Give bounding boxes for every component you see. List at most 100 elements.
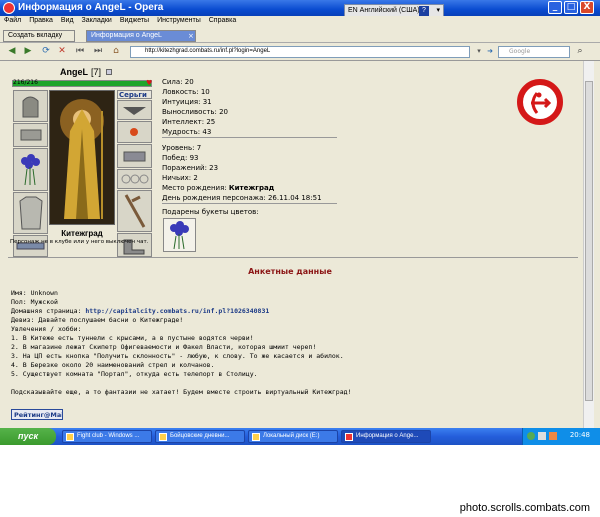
taskbar-item-active[interactable]: Информация о Ange...	[341, 430, 431, 443]
new-tab-button[interactable]: Создать вкладку	[3, 30, 75, 42]
chevron-down-icon[interactable]: ▾	[436, 6, 440, 14]
shield-slot[interactable]	[117, 190, 152, 232]
record-losses: Поражений: 23	[162, 164, 219, 172]
armor-slot[interactable]	[13, 192, 48, 234]
divider	[162, 137, 337, 138]
search-icon[interactable]: ⌕	[574, 46, 586, 57]
hobby-item: 2. В магазине лежат Скипетр Офигеваемост…	[11, 343, 317, 351]
reload-icon[interactable]: ⟳	[40, 46, 52, 57]
hobby-item: 3. На ЦП есть кнопка "Получить склонност…	[11, 352, 344, 360]
stats-block: Сила: 20 Ловкость: 10 Интуиция: 31 Вынос…	[162, 77, 228, 137]
rings-slot[interactable]	[117, 169, 152, 189]
gloves-slot[interactable]	[117, 144, 152, 168]
menu-bookmarks[interactable]: Закладки	[78, 16, 116, 25]
profile-section-title: Анкетные данные	[248, 267, 332, 276]
stat-endurance: Выносливость: 20	[162, 108, 229, 116]
opera-icon	[3, 2, 15, 14]
taskbar-item-label: Бойцовские дневни...	[170, 433, 230, 439]
helmet-slot[interactable]	[13, 90, 48, 122]
homepage-label: Домашняя страница:	[11, 307, 86, 315]
record-level: Уровень: 7	[162, 144, 202, 152]
bracers-slot[interactable]	[13, 123, 48, 147]
ring-slot[interactable]	[117, 121, 152, 143]
alignment-sign-inner	[523, 85, 557, 119]
hp-text: 216/216	[13, 79, 38, 86]
network-icon[interactable]	[527, 432, 535, 440]
tab-bar: Создать вкладку Информация о AngeL ×	[0, 28, 600, 43]
character-login: AngeL	[60, 67, 88, 77]
divider	[162, 203, 337, 204]
home-icon[interactable]: ⌂	[110, 46, 122, 57]
start-button[interactable]: пуск	[0, 428, 56, 445]
taskbar-item[interactable]: Бойцовские дневни...	[155, 430, 245, 443]
volume-icon[interactable]	[538, 432, 546, 440]
maximize-button[interactable]: □	[564, 1, 578, 14]
menu-widgets[interactable]: Виджеты	[116, 16, 153, 25]
opera-icon	[345, 433, 353, 441]
taskbar-item-label: Fight club - Windows ...	[77, 433, 140, 439]
tab-active[interactable]: Информация о AngeL	[86, 30, 196, 42]
rings-icon	[121, 174, 149, 184]
taskbar-item[interactable]: Fight club - Windows ...	[62, 430, 152, 443]
profile-gender: Пол: Мужской	[11, 298, 58, 306]
minimize-button[interactable]: _	[548, 1, 562, 14]
close-button[interactable]: X	[580, 1, 594, 14]
record-block: Уровень: 7 Побед: 93 Поражений: 23 Ничьи…	[162, 143, 322, 203]
amulet-slot[interactable]	[117, 100, 152, 120]
clock: 20:48	[569, 431, 590, 439]
character-image	[50, 91, 114, 224]
character-portrait	[49, 90, 115, 225]
profile-homepage: Домашняя страница: http://capitalcity.co…	[11, 307, 351, 316]
back-icon[interactable]: ◀	[6, 46, 18, 57]
forward-icon[interactable]: ▶	[22, 46, 34, 57]
record-birthplace: Место рождения: Китежград	[162, 183, 322, 193]
record-draws: Ничьих: 2	[162, 174, 198, 182]
stop-icon[interactable]: ✕	[56, 46, 68, 57]
gift-bouquet[interactable]	[163, 218, 196, 252]
taskbar-item[interactable]: Локальный диск (E:)	[248, 430, 338, 443]
folder-icon	[252, 433, 260, 441]
page-content: AngeL [7] 216/216 ♥ Серьги Китежград Пер…	[0, 61, 600, 428]
heart-icon: ♥	[146, 79, 153, 87]
rewind-icon[interactable]: ⏮	[74, 46, 86, 57]
divider	[8, 257, 578, 258]
homepage-link[interactable]: http://capitalcity.combats.ru/inf.pl?102…	[85, 307, 269, 315]
help-icon[interactable]: ?	[419, 6, 429, 16]
fastforward-icon[interactable]: ⏭	[92, 46, 104, 57]
hobby-item: 4. В Березке около 20 наименований стрел…	[11, 361, 215, 369]
language-label: EN Английский (США)	[348, 7, 420, 14]
character-level: [7]	[91, 67, 102, 77]
tray-app-icon[interactable]	[549, 432, 557, 440]
menu-file[interactable]: Файл	[0, 16, 25, 25]
window-titlebar: Информация о AngeL - Opera EN Английский…	[0, 0, 600, 18]
rating-badge[interactable]: Рейтинг@Mail	[11, 409, 63, 420]
gifts-title: Подарены букеты цветов:	[162, 208, 259, 216]
address-input[interactable]: http://kitezhgrad.combats.ru/inf.pl?logi…	[130, 46, 470, 58]
stat-intuition: Интуиция: 31	[162, 98, 212, 106]
gloves-icon	[123, 151, 146, 162]
go-icon[interactable]: ➜	[484, 46, 496, 57]
profile-info: Имя: Unknown Пол: Мужской Домашняя стран…	[11, 289, 351, 397]
stat-wisdom: Мудрость: 43	[162, 128, 212, 136]
tab-close-icon[interactable]: ×	[188, 32, 194, 40]
record-wins: Побед: 93	[162, 154, 199, 162]
weapon-slot[interactable]	[13, 148, 48, 191]
hobby-item: 5. Существует комната "Портал", откуда е…	[11, 370, 258, 378]
taskbar: пуск Fight club - Windows ... Бойцовские…	[0, 428, 600, 445]
menu-edit[interactable]: Правка	[25, 16, 57, 25]
menu-view[interactable]: Вид	[57, 16, 78, 25]
menu-tools[interactable]: Инструменты	[153, 16, 205, 25]
search-input[interactable]: Google	[498, 46, 570, 58]
scrollbar[interactable]	[583, 61, 594, 428]
menu-bar: Файл Правка Вид Закладки Виджеты Инструменты С…	[0, 16, 600, 28]
hobby-item: 1. В Китеже есть туннели с крысами, а в …	[11, 334, 254, 342]
armor-icon	[19, 196, 43, 230]
birthplace-label: Место рождения:	[162, 184, 229, 192]
alignment-sign	[517, 79, 563, 125]
system-tray: 20:48	[522, 428, 600, 445]
info-icon[interactable]	[105, 69, 112, 75]
menu-help[interactable]: Справка	[205, 16, 240, 25]
profile-motto: Девиз: Давайте послушаем басни о Китежгр…	[11, 316, 184, 324]
scrollbar-thumb[interactable]	[585, 81, 593, 401]
earrings-slot[interactable]: Серьги	[117, 90, 152, 99]
